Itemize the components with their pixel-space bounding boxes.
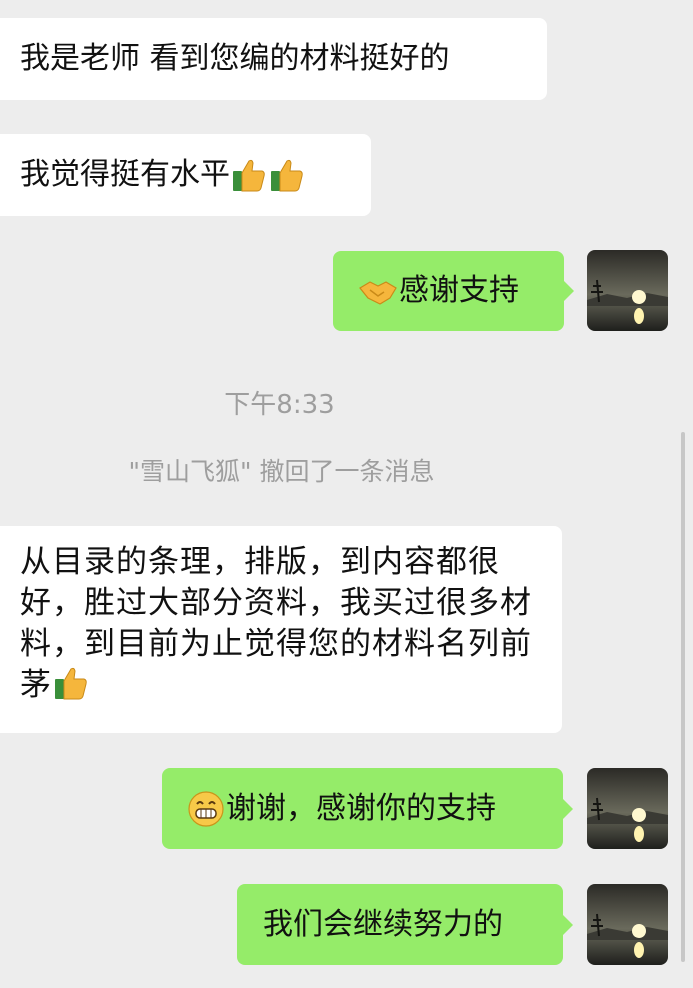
message-bubble-outgoing[interactable]: 我们会继续努力的 — [237, 884, 573, 965]
avatar[interactable] — [587, 884, 668, 965]
thumbs-up-icon — [53, 665, 89, 701]
message-text: 我是老师 看到您编的材料挺好的 — [20, 41, 450, 76]
message-bubble-outgoing[interactable]: 感谢支持 — [333, 251, 574, 331]
message-text: 感谢支持 — [399, 273, 519, 308]
recall-notice: "雪山飞狐" 撤回了一条消息 — [128, 457, 435, 486]
message-text: 我们会继续努力的 — [263, 906, 503, 942]
message-text: 从目录的条理，排版，到内容都很好，胜过大部分资料，我买过很多材料，到目前为止觉得… — [20, 544, 532, 703]
scrollbar[interactable] — [681, 432, 685, 962]
thumbs-up-icon — [231, 157, 267, 193]
grin-icon — [187, 790, 225, 828]
avatar[interactable] — [587, 250, 668, 331]
message-bubble-incoming[interactable]: 我觉得挺有水平 — [0, 134, 371, 216]
message-bubble-incoming[interactable]: 我是老师 看到您编的材料挺好的 — [0, 18, 547, 100]
message-bubble-outgoing[interactable]: 谢谢，感谢你的支持 — [162, 768, 573, 849]
time-divider: 下午8:33 — [224, 390, 335, 420]
thumbs-up-icon — [269, 157, 305, 193]
message-text: 谢谢，感谢你的支持 — [226, 790, 496, 826]
message-bubble-incoming[interactable]: 从目录的条理，排版，到内容都很好，胜过大部分资料，我买过很多材料，到目前为止觉得… — [0, 526, 562, 733]
message-text: 我觉得挺有水平 — [20, 157, 230, 192]
handshake-icon — [358, 274, 398, 308]
avatar[interactable] — [587, 768, 668, 849]
